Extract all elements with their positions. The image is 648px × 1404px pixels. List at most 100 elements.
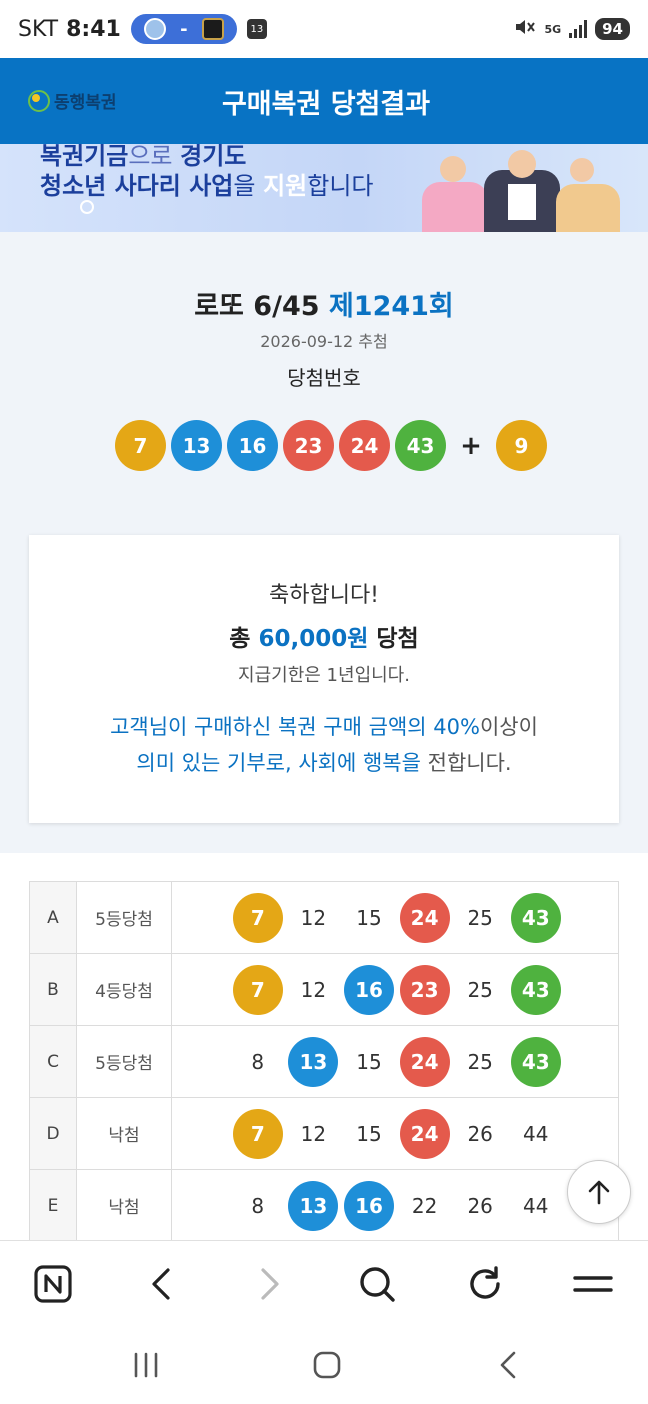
- back-nav-icon: [500, 1351, 516, 1379]
- search-button[interactable]: [354, 1261, 400, 1307]
- matched-number-ball: 24: [399, 892, 450, 943]
- game-numbers: 7 12 16 23 25 43: [171, 953, 619, 1026]
- unmatched-number: 44: [523, 1121, 549, 1146]
- matched-number-ball: 7: [232, 964, 283, 1015]
- unmatched-number: 44: [523, 1193, 549, 1218]
- calendar-icon: 13: [246, 19, 267, 39]
- system-nav-bar: [0, 1326, 648, 1404]
- browser-toolbar: [0, 1240, 648, 1326]
- winning-ball: 13: [171, 420, 222, 471]
- winning-ball: 43: [395, 420, 446, 471]
- back-nav-button[interactable]: [488, 1348, 528, 1382]
- unmatched-number: 8: [251, 1049, 265, 1074]
- winning-ball: 23: [283, 420, 334, 471]
- game-numbers: 8 13 15 24 25 43: [171, 1025, 619, 1098]
- search-icon: [360, 1267, 395, 1302]
- menu-icon: [573, 1276, 613, 1292]
- recent-apps-icon: [134, 1352, 158, 1378]
- status-bar: SKT 8:41 - 13 5G 94: [0, 0, 648, 58]
- unmatched-number: 12: [300, 1121, 327, 1146]
- matched-number-ball: 13: [288, 1036, 339, 1087]
- naver-home-button[interactable]: [30, 1261, 76, 1307]
- winning-numbers-label: 당첨번호: [287, 366, 361, 390]
- matched-number-ball: 16: [343, 964, 394, 1015]
- battery-icon: 94: [595, 18, 630, 40]
- scroll-to-top-button[interactable]: [567, 1160, 631, 1224]
- winning-ball: 24: [339, 420, 390, 471]
- mute-icon: [514, 17, 536, 42]
- unmatched-number: 26: [467, 1193, 493, 1218]
- logo-icon: [28, 89, 50, 112]
- games-table: A 5등당첨 7 12 15 24 25 43 B 4등당첨 7 12 16 23 25 43 C 5등당첨 8 13…: [29, 881, 619, 1242]
- forward-icon: [261, 1268, 279, 1300]
- unmatched-number: 25: [467, 977, 493, 1002]
- bonus-plus: +: [460, 430, 482, 461]
- back-button[interactable]: [138, 1261, 184, 1307]
- game-numbers: 7 12 15 24 26 44: [171, 1097, 619, 1170]
- menu-button[interactable]: [570, 1261, 616, 1307]
- matched-number-ball: 43: [510, 892, 561, 943]
- unmatched-number: 8: [251, 1193, 265, 1218]
- table-row: C 5등당첨 8 13 15 24 25 43: [29, 1025, 619, 1098]
- game-id: D: [29, 1097, 77, 1170]
- arrow-up-icon: [588, 1180, 610, 1205]
- home-icon: [313, 1351, 341, 1379]
- team-logo-icon: [143, 18, 166, 40]
- back-icon: [152, 1268, 170, 1300]
- game-title: 로또 6/45 제1241회: [194, 291, 454, 322]
- unmatched-number: 25: [467, 1049, 493, 1074]
- matched-number-ball: 7: [232, 892, 283, 943]
- game-id: B: [29, 953, 77, 1026]
- game-rank: 5등당첨: [76, 1025, 172, 1098]
- game-id: E: [29, 1169, 77, 1242]
- live-score-chip[interactable]: -: [130, 14, 237, 44]
- total-prize: 총 60,000원 당첨: [229, 626, 419, 652]
- promo-banner[interactable]: 복권기금으로 경기도 청소년 사다리 사업을 지원합니다: [0, 144, 648, 232]
- game-rank: 4등당첨: [76, 953, 172, 1026]
- matched-number-ball: 24: [399, 1036, 450, 1087]
- recent-apps-button[interactable]: [126, 1348, 166, 1382]
- unmatched-number: 25: [467, 905, 493, 930]
- refresh-icon: [470, 1266, 500, 1299]
- matched-number-ball: 43: [510, 1036, 561, 1087]
- game-rank: 5등당첨: [76, 881, 172, 954]
- score-separator: -: [180, 18, 188, 40]
- home-button[interactable]: [307, 1348, 347, 1382]
- result-section: 로또 6/45 제1241회 2026-09-12 추첨 당첨번호 7 13 1…: [0, 248, 648, 853]
- carrier-label: SKT: [18, 16, 59, 42]
- donation-message: 고객님이 구매하신 복권 구매 금액의 40%이상이 의미 있는 기부로, 사회…: [110, 715, 538, 775]
- games-section: A 5등당첨 7 12 15 24 25 43 B 4등당첨 7 12 16 23 25 43 C 5등당첨 8 13…: [0, 853, 648, 1242]
- app-header: 동행복권 구매복권 당첨결과: [0, 58, 648, 144]
- naver-home-icon: [34, 1265, 72, 1303]
- game-id: A: [29, 881, 77, 954]
- matched-number-ball: 16: [343, 1180, 394, 1231]
- clock: 8:41: [66, 16, 121, 42]
- matched-number-ball: 24: [399, 1108, 450, 1159]
- congrats-card: 축하합니다! 총 60,000원 당첨 지급기한은 1년입니다. 고객님이 구매…: [29, 535, 619, 823]
- unmatched-number: 12: [300, 905, 327, 930]
- matched-number-ball: 43: [510, 964, 561, 1015]
- game-id: C: [29, 1025, 77, 1098]
- game-rank: 낙첨: [76, 1169, 172, 1242]
- matched-number-ball: 13: [288, 1180, 339, 1231]
- logo-text: 동행복권: [54, 93, 117, 113]
- table-row: B 4등당첨 7 12 16 23 25 43: [29, 953, 619, 1026]
- game-rank: 낙첨: [76, 1097, 172, 1170]
- bonus-ball: 9: [496, 420, 547, 471]
- unmatched-number: 22: [411, 1193, 438, 1218]
- signal-icon: [569, 20, 588, 38]
- forward-button[interactable]: [247, 1261, 293, 1307]
- network-type: 5G: [544, 22, 562, 36]
- banner-text-line2: 청소년 사다리 사업을 지원합니다: [40, 172, 374, 200]
- logo[interactable]: 동행복권: [28, 88, 117, 113]
- unmatched-number: 26: [467, 1121, 493, 1146]
- team-logo-icon: [201, 18, 224, 40]
- game-numbers: 7 12 15 24 25 43: [171, 881, 619, 954]
- refresh-button[interactable]: [462, 1261, 508, 1307]
- winning-ball: 16: [227, 420, 278, 471]
- winning-numbers: 7 13 16 23 24 43 + 9: [115, 420, 547, 471]
- unmatched-number: 15: [356, 1049, 382, 1074]
- unmatched-number: 15: [356, 905, 382, 930]
- payment-deadline: 지급기한은 1년입니다.: [238, 665, 410, 686]
- table-row: E 낙첨 8 13 16 22 26 44: [29, 1169, 619, 1242]
